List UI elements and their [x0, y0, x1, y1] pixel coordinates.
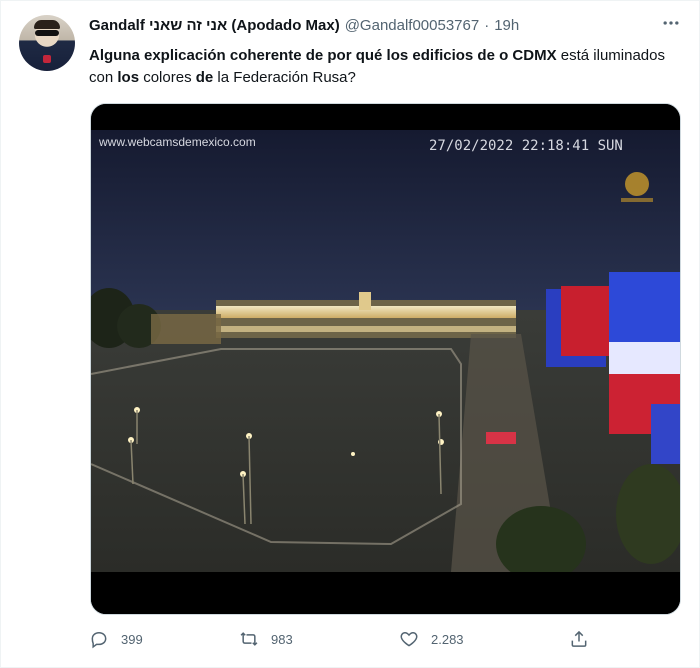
building-red — [561, 286, 611, 356]
letterbox-bottom — [91, 572, 680, 614]
retweet-icon — [240, 632, 258, 646]
webcam-watermark: www.webcamsdemexico.com — [98, 135, 256, 149]
like-count: 2.283 — [431, 631, 464, 647]
display-name[interactable]: Gandalf אני זה שאני (Apodado Max) — [89, 17, 340, 34]
palace-tower — [359, 292, 371, 310]
avatar[interactable] — [19, 15, 75, 71]
reply-count: 399 — [121, 631, 143, 647]
night-sky — [91, 130, 680, 310]
share-icon — [571, 630, 587, 647]
tweet-actions: 399 983 2.283 — [89, 629, 589, 649]
trees-right — [496, 506, 586, 582]
share-button[interactable] — [569, 629, 589, 649]
tweet-text-part: colores — [139, 69, 196, 86]
building-white — [609, 342, 680, 374]
separator-dot: · — [484, 17, 490, 34]
heart-icon — [400, 631, 418, 647]
building-blue-lower — [651, 404, 680, 464]
tweet-text-part: los — [117, 69, 140, 86]
reply-icon — [91, 631, 107, 649]
avatar-shirt-mark — [43, 55, 51, 63]
user-handle[interactable]: @Gandalf00053767 — [345, 17, 480, 34]
webcam-timestamp: 27/02/2022 22:18:41 SUN — [429, 138, 623, 154]
tweet-text-part: de — [195, 69, 214, 86]
like-button[interactable]: 2.283 — [399, 629, 569, 649]
red-vehicle — [486, 432, 516, 444]
tweet-text-part: la Federación Rusa? — [213, 69, 356, 86]
retweet-count: 983 — [271, 631, 293, 647]
tweet-media-image[interactable]: www.webcamsdemexico.com 27/02/2022 22:18… — [90, 103, 681, 615]
building-blue-right — [609, 272, 680, 342]
tweet-header: Gandalf אני זה שאני (Apodado Max) @Ganda… — [89, 17, 659, 34]
tweet-card[interactable]: Gandalf אני זה שאני (Apodado Max) @Ganda… — [0, 0, 700, 668]
avatar-hair — [34, 20, 60, 29]
left-buildings — [151, 314, 221, 344]
reply-button[interactable]: 399 — [89, 629, 239, 649]
retweet-button[interactable]: 983 — [239, 629, 399, 649]
more-horizontal-icon[interactable] — [661, 13, 681, 38]
avatar-glasses — [35, 30, 59, 36]
tweet-text: Alguna explicación coherente de por qué … — [89, 45, 679, 89]
palace-lights — [216, 326, 516, 332]
tweet-time[interactable]: 19h — [494, 17, 519, 34]
tweet-text-part: Alguna explicación coherente de por qué … — [89, 47, 557, 64]
